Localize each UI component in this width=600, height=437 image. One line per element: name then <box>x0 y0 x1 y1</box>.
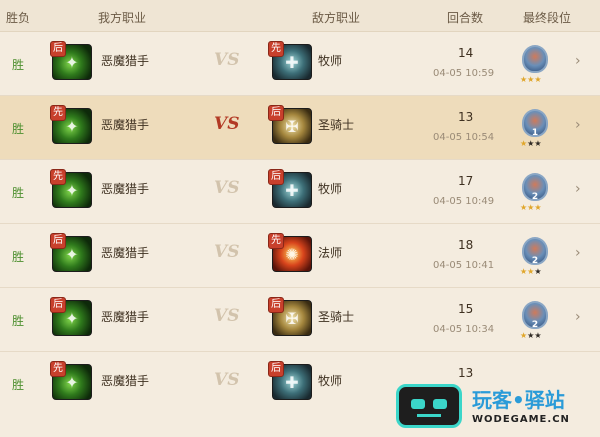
turn-order-badge: 后 <box>50 233 66 249</box>
result-label: 胜 <box>12 122 25 136</box>
my-class-label: 恶魔猎手 <box>101 246 150 260</box>
match-time: 04-05 10:59 <box>433 68 495 79</box>
rank-stars: ★★★ <box>520 203 542 212</box>
vs-icon: VS <box>214 306 240 326</box>
rank-stars: ★★★ <box>520 267 542 276</box>
header-result: 胜负 <box>6 11 31 25</box>
vs-icon: VS <box>214 178 240 198</box>
result-label: 胜 <box>12 378 25 392</box>
chevron-right-icon[interactable]: › <box>575 53 581 69</box>
result-label: 胜 <box>12 314 25 328</box>
vs-icon: VS <box>214 242 240 262</box>
match-row[interactable]: 胜 ✦ 先 恶魔猎手 VS ✚ 后 牧师 17 04-05 10:49 2 ★★… <box>0 160 600 224</box>
turn-order-badge: 后 <box>268 169 284 185</box>
turn-count: 13 <box>458 110 474 124</box>
enemy-class-label: 法师 <box>318 246 343 260</box>
turn-count: 13 <box>458 366 474 380</box>
chevron-right-icon[interactable]: › <box>575 245 581 261</box>
match-row[interactable]: 胜 ✦ 后 恶魔猎手 VS ✚ 先 牧师 14 04-05 10:59 ★★★ … <box>0 32 600 96</box>
rank-emblem-icon: 2 <box>522 301 548 330</box>
result-label: 胜 <box>12 58 25 72</box>
turn-order-badge: 先 <box>50 169 66 185</box>
my-class-label: 恶魔猎手 <box>101 374 150 388</box>
turn-order-badge: 后 <box>268 361 284 377</box>
rank-emblem-icon <box>522 45 548 73</box>
turn-count: 17 <box>458 174 474 188</box>
my-class-label: 恶魔猎手 <box>101 118 150 132</box>
turn-order-badge: 后 <box>50 297 66 313</box>
header-turns: 回合数 <box>447 11 484 25</box>
my-class-label: 恶魔猎手 <box>101 54 150 68</box>
chevron-right-icon[interactable]: › <box>575 117 581 133</box>
turn-order-badge: 后 <box>50 41 66 57</box>
rank-emblem-icon: 1 <box>522 109 548 138</box>
turn-order-badge: 后 <box>268 297 284 313</box>
turn-count: 18 <box>458 238 474 252</box>
match-row[interactable]: 胜 ✦ 后 恶魔猎手 VS ✠ 后 圣骑士 15 04-05 10:34 2 ★… <box>0 288 600 352</box>
enemy-class-label: 牧师 <box>318 54 343 68</box>
turn-order-badge: 后 <box>268 105 284 121</box>
rank-emblem-icon: 2 <box>522 237 548 266</box>
turn-order-badge: 先 <box>50 361 66 377</box>
match-time: 04-05 10:54 <box>433 132 495 143</box>
rank-stars: ★★★ <box>520 75 542 84</box>
my-class-label: 恶魔猎手 <box>101 310 150 324</box>
header-my-class: 我方职业 <box>98 11 147 25</box>
turn-count: 15 <box>458 302 474 316</box>
rank-stars: ★★★ <box>520 331 542 340</box>
vs-icon: VS <box>214 50 240 70</box>
match-time: 04-05 10:49 <box>433 196 495 207</box>
match-time: 04-05 10:41 <box>433 260 495 271</box>
vs-icon: VS <box>214 370 240 390</box>
enemy-class-label: 牧师 <box>318 182 343 196</box>
watermark-url: WODEGAME.CN <box>472 414 570 425</box>
header-final-rank: 最终段位 <box>523 11 572 25</box>
rank-stars: ★★★ <box>520 139 542 148</box>
match-row[interactable]: 胜 ✦ 后 恶魔猎手 VS ✺ 先 法师 18 04-05 10:41 2 ★★… <box>0 224 600 288</box>
enemy-class-label: 圣骑士 <box>318 310 355 324</box>
watermark-name: 玩客•驿站 <box>472 388 565 412</box>
chevron-right-icon[interactable]: › <box>575 309 581 325</box>
match-time: 04-05 10:34 <box>433 324 495 335</box>
turn-order-badge: 先 <box>268 233 284 249</box>
turn-order-badge: 先 <box>50 105 66 121</box>
table-header: 胜负 我方职业 敌方职业 回合数 最终段位 <box>0 0 600 32</box>
my-class-label: 恶魔猎手 <box>101 182 150 196</box>
watermark-logo-icon <box>396 384 462 428</box>
vs-icon: VS <box>214 114 240 134</box>
chevron-right-icon[interactable]: › <box>575 181 581 197</box>
result-label: 胜 <box>12 186 25 200</box>
rank-emblem-icon: 2 <box>522 173 548 202</box>
turn-order-badge: 先 <box>268 41 284 57</box>
result-label: 胜 <box>12 250 25 264</box>
match-row[interactable]: 胜 ✦ 先 恶魔猎手 VS ✠ 后 圣骑士 13 04-05 10:54 1 ★… <box>0 96 600 160</box>
header-enemy-class: 敌方职业 <box>312 11 361 25</box>
enemy-class-label: 牧师 <box>318 374 343 388</box>
turn-count: 14 <box>458 46 474 60</box>
enemy-class-label: 圣骑士 <box>318 118 355 132</box>
